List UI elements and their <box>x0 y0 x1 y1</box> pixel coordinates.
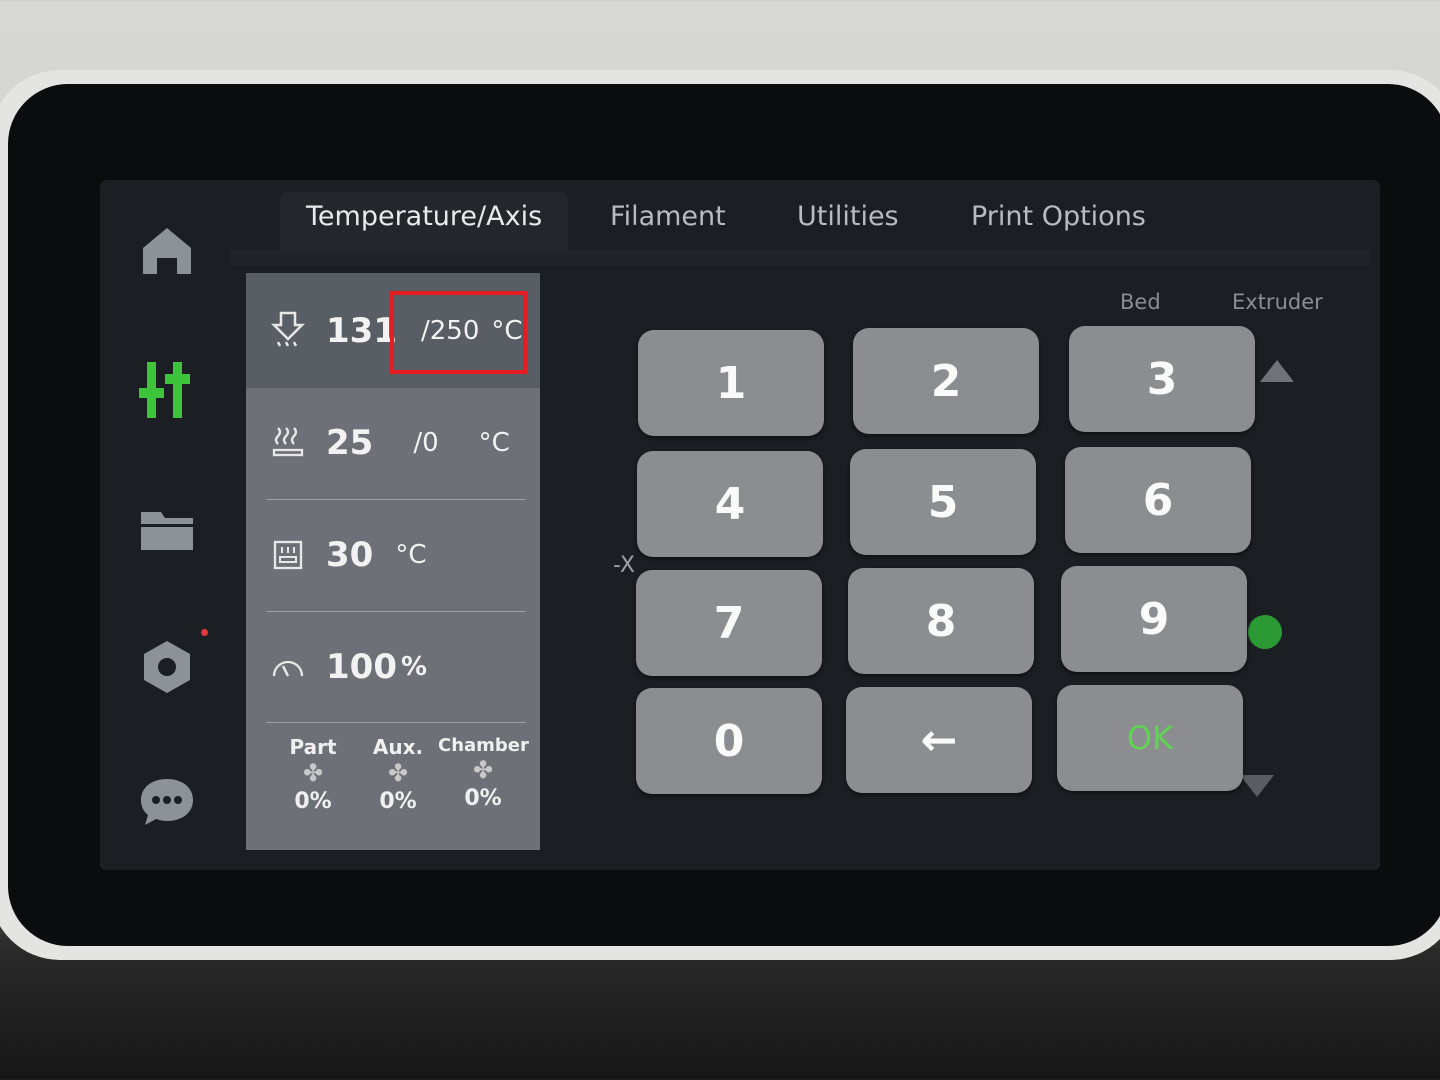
divider <box>266 722 526 723</box>
sidebar-item-home[interactable] <box>135 218 199 282</box>
minus-x-label: -X <box>613 553 635 578</box>
chamber-icon <box>268 540 308 570</box>
sidebar-item-controls[interactable] <box>135 358 199 422</box>
speedometer-icon <box>268 654 308 680</box>
status-indicator <box>1248 615 1282 649</box>
tab-temperature-axis[interactable]: Temperature/Axis <box>280 192 569 250</box>
sliders-icon <box>139 362 190 418</box>
fan-icon: ✤ <box>387 759 409 787</box>
fan-chamber[interactable]: Chamber ✤ 0% <box>438 735 529 811</box>
sidebar-item-files[interactable] <box>135 498 199 562</box>
speed-row[interactable]: 100 % <box>246 612 540 722</box>
fan-speed: 0% <box>379 789 417 814</box>
fan-label: Aux. <box>372 735 424 759</box>
nozzle-heater-icon <box>268 311 308 351</box>
fan-label: Part <box>289 735 337 759</box>
sidebar-item-settings[interactable] <box>135 629 208 699</box>
hexagon-nut-icon <box>144 641 190 693</box>
chamber-temp-row: 30 °C <box>246 500 540 610</box>
folder-icon <box>141 512 193 550</box>
home-icon <box>143 228 191 274</box>
chamber-temp-unit: °C <box>395 540 427 570</box>
chat-bubble-icon <box>141 779 193 825</box>
bed-target-temp[interactable]: /0 <box>413 428 438 458</box>
heated-bed-icon <box>268 426 308 460</box>
backspace-button[interactable]: ← <box>846 687 1032 793</box>
chamber-current-temp: 30 <box>326 535 374 575</box>
fan-part[interactable]: Part ✤ 0% <box>268 735 358 814</box>
tab-bar-underline <box>230 250 1370 266</box>
ok-button[interactable]: OK <box>1057 685 1243 791</box>
key-7[interactable]: 7 <box>636 570 822 676</box>
notification-dot <box>201 629 208 636</box>
key-5[interactable]: 5 <box>850 449 1036 555</box>
extruder-label: Extruder <box>1232 290 1323 314</box>
sidebar-item-messages[interactable] <box>135 770 199 834</box>
speed-value: 100 <box>326 647 397 687</box>
key-2[interactable]: 2 <box>853 328 1039 434</box>
key-9[interactable]: 9 <box>1061 566 1247 672</box>
key-3[interactable]: 3 <box>1069 326 1255 432</box>
z-up-arrow-icon[interactable] <box>1260 360 1294 382</box>
tab-utilities[interactable]: Utilities <box>797 192 899 250</box>
tab-filament[interactable]: Filament <box>610 192 726 250</box>
fan-icon: ✤ <box>472 756 494 784</box>
key-1[interactable]: 1 <box>638 330 824 436</box>
bed-temp-row[interactable]: 25 /0 °C <box>246 388 540 498</box>
z-down-arrow-icon[interactable] <box>1240 775 1274 797</box>
key-6[interactable]: 6 <box>1065 447 1251 553</box>
fan-speed: 0% <box>294 789 332 814</box>
highlight-box <box>390 291 527 374</box>
fan-label: Chamber <box>438 735 529 756</box>
nozzle-current-temp: 131 <box>326 310 397 351</box>
key-0[interactable]: 0 <box>636 688 822 794</box>
fan-icon: ✤ <box>302 759 324 787</box>
fan-speed: 0% <box>464 786 502 811</box>
bed-current-temp: 25 <box>326 423 374 463</box>
tab-print-options[interactable]: Print Options <box>971 192 1146 250</box>
bed-label: Bed <box>1120 290 1161 314</box>
key-8[interactable]: 8 <box>848 568 1034 674</box>
speed-unit: % <box>400 652 428 682</box>
key-4[interactable]: 4 <box>637 451 823 557</box>
bed-temp-unit: °C <box>478 428 510 458</box>
fan-aux[interactable]: Aux. ✤ 0% <box>353 735 443 814</box>
